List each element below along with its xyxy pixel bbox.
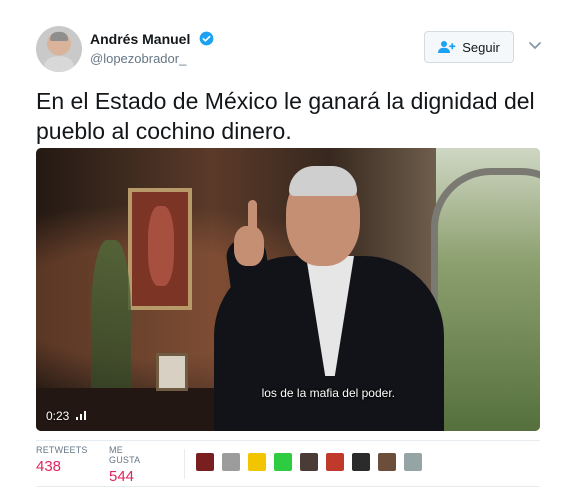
author-avatar[interactable]: [36, 26, 82, 72]
verified-badge-icon: [199, 31, 214, 46]
stats-divider-top: [36, 440, 540, 441]
author-name-block[interactable]: Andrés Manuel @lopezobrador_: [90, 30, 214, 66]
video-duration-text: 0:23: [46, 409, 70, 423]
liker-avatar[interactable]: [247, 452, 267, 472]
video-speaker-hand: [234, 226, 264, 266]
video-speaker-hair: [289, 166, 357, 196]
tweet-header: Andrés Manuel @lopezobrador_ Seguir: [36, 26, 546, 74]
liker-avatar[interactable]: [195, 452, 215, 472]
liker-avatar[interactable]: [221, 452, 241, 472]
likes-label: ME GUSTA: [109, 445, 141, 465]
follow-user-icon: [438, 41, 456, 53]
likes-stat[interactable]: ME GUSTA 544: [109, 445, 140, 485]
stats-separator: [184, 449, 185, 479]
retweets-count: 438: [36, 458, 62, 475]
retweets-stat[interactable]: RETWEETS 438: [36, 445, 88, 475]
author-handle[interactable]: @lopezobrador_: [90, 51, 214, 66]
video-player[interactable]: los de la mafia del poder. 0:23: [36, 148, 540, 431]
chevron-down-icon[interactable]: [528, 38, 542, 52]
liker-avatar[interactable]: [403, 452, 423, 472]
signal-bars-icon: [75, 411, 86, 420]
retweets-label: RETWEETS: [36, 445, 88, 455]
video-painting: [128, 188, 192, 310]
video-subtitle: los de la mafia del poder.: [261, 386, 395, 400]
liker-avatar[interactable]: [299, 452, 319, 472]
liker-avatar[interactable]: [273, 452, 293, 472]
likes-count: 544: [109, 468, 135, 485]
video-window-arch: [431, 168, 540, 368]
avatar-suit: [44, 56, 74, 72]
tweet-text: En el Estado de México le ganará la dign…: [36, 88, 535, 144]
liker-avatar[interactable]: [377, 452, 397, 472]
liker-avatar[interactable]: [351, 452, 371, 472]
author-display-name[interactable]: Andrés Manuel: [90, 31, 190, 47]
follow-button-label: Seguir: [462, 39, 500, 55]
video-duration: 0:23: [46, 409, 86, 423]
follow-button[interactable]: Seguir: [424, 31, 514, 63]
liker-avatar[interactable]: [325, 452, 345, 472]
avatar-hair: [50, 32, 68, 41]
stats-divider-bottom: [36, 486, 540, 487]
